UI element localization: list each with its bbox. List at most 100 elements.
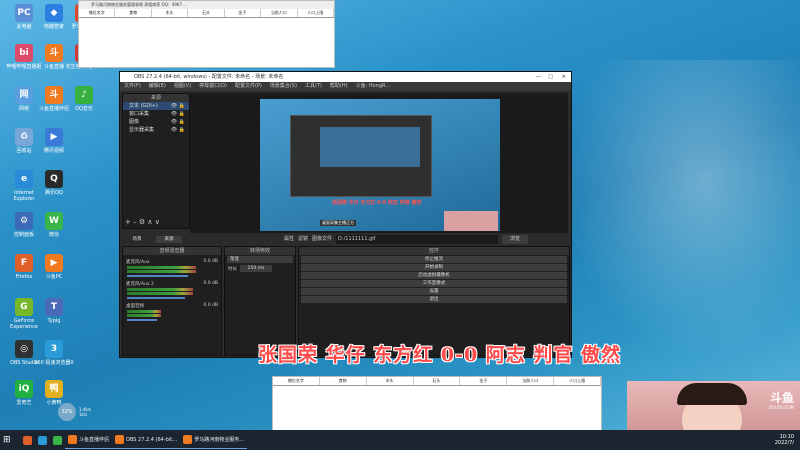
up-icon[interactable]: ∧ <box>147 218 152 226</box>
app-icon: 3 <box>45 340 63 358</box>
duration-input[interactable]: 250 ms <box>240 265 272 272</box>
control-button[interactable]: 启动虚拟摄像机 <box>301 272 567 279</box>
level-meter <box>127 314 161 317</box>
gear-icon[interactable]: ⚙ <box>139 218 145 226</box>
control-button[interactable]: 工作室模式 <box>301 280 567 287</box>
source-label: 图像 <box>129 119 140 125</box>
duration-label: 时长 <box>228 266 237 272</box>
desktop-icon-label: 腾讯QQ <box>45 190 63 196</box>
app-icon: 斗 <box>45 86 63 104</box>
column-header: 食物 <box>115 9 152 17</box>
close-icon[interactable]: ✕ <box>562 72 566 82</box>
browse-button[interactable]: 浏览 <box>502 235 529 244</box>
filters-button[interactable]: 滤镜 <box>298 235 308 244</box>
maximize-icon[interactable]: □ <box>548 72 553 82</box>
start-button[interactable]: ⊞ <box>0 432 20 448</box>
channel-name: 麦克风/Aux <box>126 260 150 265</box>
visibility-lock-icon[interactable]: 👁 🔒 <box>171 126 185 134</box>
column-header: 石头 <box>188 9 225 17</box>
volume-slider[interactable] <box>127 297 185 299</box>
taskbar-app[interactable]: 罗马路河南物业服务… <box>180 432 248 449</box>
app-icon: G <box>15 298 33 316</box>
app-icon: T <box>45 298 63 316</box>
desktop-icon-label: Typig <box>47 318 61 324</box>
preview-area[interactable]: 张国荣 华仔 东方红 0-0 阿志 判官 傲然 桌面采集主播正方 <box>190 93 568 233</box>
stream-overlay-text: 张国荣 华仔 东方红 0-0 阿志 判官 傲然 <box>258 344 622 366</box>
down-icon[interactable]: ∨ <box>155 218 160 226</box>
level-meter <box>127 310 161 313</box>
source-item[interactable]: 图像 👁 🔒 <box>123 118 189 126</box>
desktop-icon[interactable]: ▶ 斗鱼PC <box>34 254 74 280</box>
preview-cam <box>444 211 498 231</box>
app-icon: PC <box>15 4 33 22</box>
taskbar-pin-edge[interactable] <box>20 432 35 448</box>
control-button[interactable]: 开始录制 <box>301 264 567 271</box>
taskbar-app[interactable]: 斗鱼直播伴侣 <box>65 432 113 449</box>
hair-shape <box>677 383 747 405</box>
desktop-icon-label: 360 极速浏览器X <box>34 360 74 366</box>
channel-db: 0.0 dB <box>203 281 218 286</box>
mixer-channel: 桌面音频 0.0 dB <box>123 303 221 321</box>
sources-header: 来源 <box>123 94 189 102</box>
app-icon: iQ <box>15 380 33 398</box>
visibility-lock-icon[interactable]: 👁 🔒 <box>171 118 185 126</box>
minimize-icon[interactable]: — <box>536 72 541 82</box>
visibility-lock-icon[interactable]: 👁 🔒 <box>171 110 185 118</box>
mixer-header: 音频混音器 <box>123 247 221 255</box>
taskbar-pin-app[interactable] <box>50 432 65 448</box>
volume-slider[interactable] <box>127 319 157 321</box>
volume-slider[interactable] <box>127 275 188 277</box>
channel-name: 麦克风/Aux 2 <box>126 282 154 287</box>
control-button[interactable]: 设置 <box>301 288 567 295</box>
top-sheet-window[interactable]: 罗马路河南物业服务管理表格 承租商家 QQ：4967… 摊位名字 食物 木头 石头 金子… <box>78 0 335 68</box>
wallpaper-glow <box>560 60 800 360</box>
column-header: 木头 <box>152 9 189 17</box>
menu-item[interactable]: 停靠窗口(D) <box>199 82 227 91</box>
source-item[interactable]: 窗口采集 👁 🔒 <box>123 110 189 118</box>
tray-clock[interactable]: 10:10 2022/7/ <box>775 434 800 446</box>
menu-item[interactable]: 斗鱼: HongR... <box>356 82 391 91</box>
tab-scenes[interactable]: 场景 <box>124 236 150 243</box>
menu-item[interactable]: 文件(F) <box>124 82 141 91</box>
source-item[interactable]: 显示器采集 👁 🔒 <box>123 126 189 134</box>
desktop-icon[interactable]: 3 360 极速浏览器X <box>34 340 74 366</box>
desktop-icon[interactable]: W 微信 <box>34 212 74 238</box>
desktop-icon[interactable]: T Typig <box>34 298 74 324</box>
level-meter <box>127 266 196 269</box>
taskbar-app[interactable]: OBS 27.2.4 (64-bit… <box>112 432 181 449</box>
source-item[interactable]: 文本 (GDI+) 👁 🔒 <box>123 102 189 110</box>
control-button[interactable]: 退出 <box>301 296 567 303</box>
menu-item[interactable]: 编辑(E) <box>149 82 166 91</box>
level-meter <box>127 270 196 273</box>
remove-icon[interactable]: – <box>133 218 137 226</box>
properties-button[interactable]: 属性 <box>284 235 294 244</box>
add-icon[interactable]: + <box>125 218 131 226</box>
desktop-icon[interactable]: ▶ 腾讯视频 <box>34 128 74 154</box>
level-meter <box>127 288 193 291</box>
visibility-lock-icon[interactable]: 👁 🔒 <box>171 102 185 110</box>
source-label: 窗口采集 <box>129 111 150 117</box>
menu-item[interactable]: 工具(T) <box>305 82 322 91</box>
control-button[interactable]: 停止推流 <box>301 256 567 263</box>
widget-percent: 32% <box>58 403 76 421</box>
menu-item[interactable]: 场景集合(S) <box>270 82 297 91</box>
taskbar-app-icon <box>68 435 77 444</box>
channel-name: 桌面音频 <box>126 304 144 309</box>
desktop-icon[interactable]: ♪ QQ音乐 <box>64 86 104 112</box>
column-header: 金子 <box>225 9 262 17</box>
menu-item[interactable]: 帮助(H) <box>330 82 348 91</box>
taskbar-app-icon <box>183 435 193 444</box>
dock-tabs: 场景 来源 <box>122 235 184 244</box>
obs-window[interactable]: OBS 27.2.4 (64-bit, windows) - 配置文件: 未命名… <box>119 71 572 358</box>
tab-sources[interactable]: 来源 <box>156 236 182 243</box>
channel-header: 麦克风/Aux 2 0.0 dB <box>123 281 221 287</box>
desktop-icon[interactable]: Q 腾讯QQ <box>34 170 74 196</box>
taskbar-pin-browser[interactable] <box>35 432 50 448</box>
widget-down: 1k/s <box>79 412 88 417</box>
network-widget[interactable]: 32% 1.4k/s 1k/s <box>58 403 91 421</box>
menu-item[interactable]: 配置文件(P) <box>235 82 262 91</box>
transition-select[interactable]: 渐变 <box>227 256 293 263</box>
menu-item[interactable]: 视图(V) <box>174 82 191 91</box>
obs-menu-bar: 文件(F) 编辑(E) 视图(V) 停靠窗口(D) 配置文件(P) 场景集合(S) 工具(T… <box>120 82 571 91</box>
image-path-field[interactable]: D:/1111111.gif <box>336 235 499 244</box>
